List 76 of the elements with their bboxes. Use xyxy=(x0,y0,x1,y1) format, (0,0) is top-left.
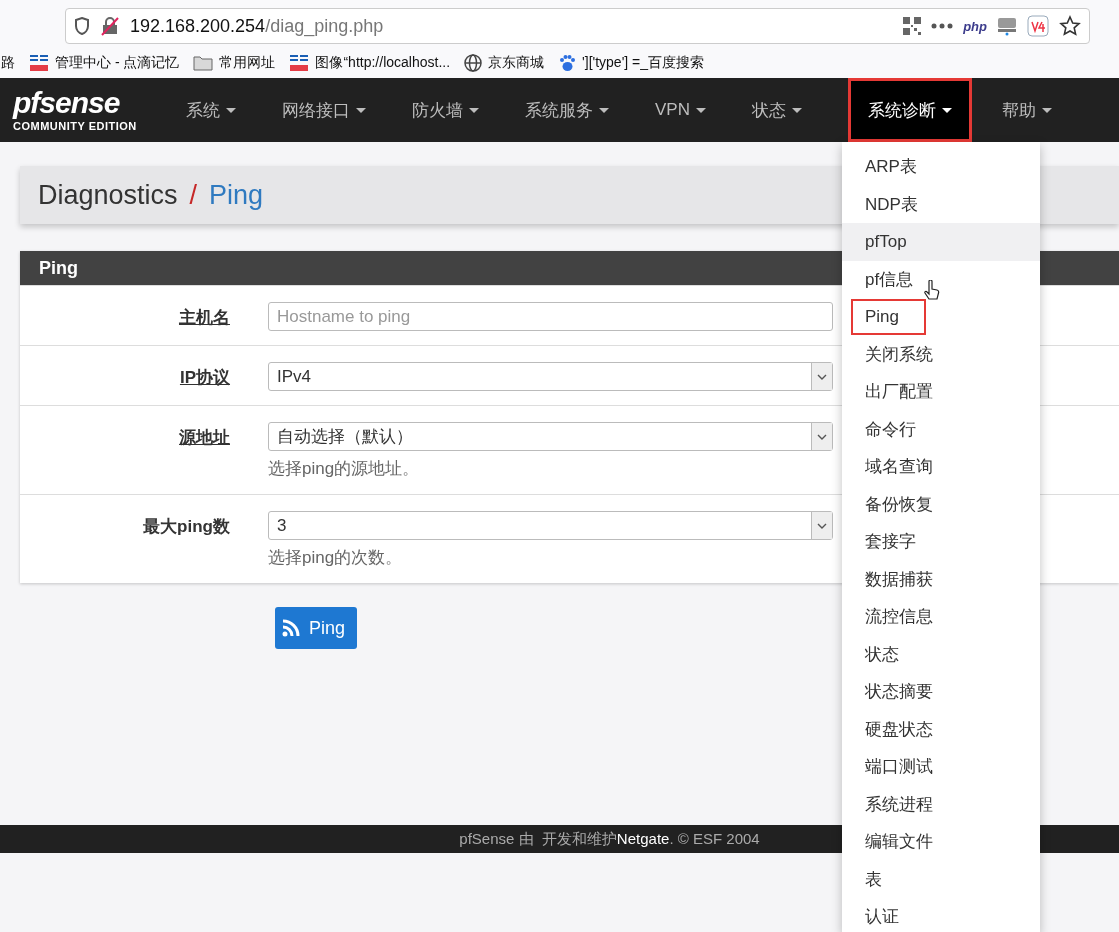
select-field[interactable]: IPv4 xyxy=(268,362,833,391)
paw-icon xyxy=(558,54,577,72)
menu-item[interactable]: 硬盘状态 xyxy=(853,711,958,747)
hand-cursor-icon xyxy=(924,280,940,302)
caret-icon xyxy=(599,107,609,113)
bookmark-link[interactable]: 管理中心 - 点滴记忆 xyxy=(55,54,180,72)
menu-item[interactable]: 编辑文件 xyxy=(853,824,958,860)
url-path: /diag_ping.php xyxy=(265,15,384,37)
cms-logo-icon xyxy=(289,54,310,72)
cms-logo-icon xyxy=(29,54,49,72)
field-label: 最大ping数 xyxy=(142,516,230,538)
insecure-lock-icon[interactable] xyxy=(100,16,120,36)
caret-icon xyxy=(941,107,952,113)
caret-icon xyxy=(791,107,802,113)
hostname-field[interactable]: Hostname to ping xyxy=(268,302,833,331)
caret-icon xyxy=(226,107,236,113)
footer-text: pfSense 由 开发和维护Netgate. © ESF 2004 xyxy=(459,829,760,849)
ping-button[interactable]: Ping xyxy=(275,607,358,649)
breadcrumb-link[interactable]: Ping xyxy=(209,179,264,211)
menu-item[interactable]: 表 xyxy=(853,861,907,897)
breadcrumb-separator: / xyxy=(189,179,198,211)
menu-item[interactable]: 状态 xyxy=(853,636,924,672)
address-bar[interactable]: 192.168.200.254/diag_ping.php php xyxy=(65,8,1090,44)
breadcrumb-section: Diagnostics xyxy=(38,179,178,211)
v4-badge-icon[interactable] xyxy=(1027,15,1049,37)
nav-menu-item[interactable]: 帮助 xyxy=(985,78,1068,142)
nav-menu-item[interactable]: 系统 xyxy=(170,78,252,142)
bookmark-link[interactable]: 路 xyxy=(1,54,15,72)
php-extension-button[interactable]: php xyxy=(963,18,987,34)
field-label: 主机名 xyxy=(178,307,230,329)
more-icon[interactable] xyxy=(931,23,954,29)
shield-icon[interactable] xyxy=(74,17,90,35)
help-text: 选择ping的源地址。 xyxy=(268,458,421,480)
menu-item[interactable]: 关闭系统 xyxy=(853,336,958,372)
field-label: 源地址 xyxy=(178,427,230,449)
pfsense-logo[interactable]: pfsense COMMUNITY EDITION xyxy=(0,78,170,142)
nav-menu-item[interactable]: 网络接口 xyxy=(266,78,382,142)
star-icon[interactable] xyxy=(1059,15,1081,37)
menu-item[interactable]: 域名查询 xyxy=(853,449,958,485)
menu-item[interactable]: 端口测试 xyxy=(853,749,958,785)
caret-icon xyxy=(356,107,366,113)
nav-menu-item[interactable]: 系统诊断 xyxy=(847,78,972,142)
rss-icon xyxy=(281,618,301,638)
url-host: 192.168.200.254 xyxy=(130,15,266,36)
menu-item[interactable]: 系统进程 xyxy=(853,786,958,822)
menu-item[interactable]: Ping xyxy=(853,300,925,333)
menu-item[interactable]: 备份恢复 xyxy=(853,486,958,522)
nav-menu-item[interactable]: 系统服务 xyxy=(509,78,625,142)
menu-item[interactable]: 出厂配置 xyxy=(853,374,958,410)
menu-item[interactable]: 数据捕获 xyxy=(853,561,958,597)
caret-icon xyxy=(469,107,479,113)
folder-icon xyxy=(193,55,214,71)
bookmark-link[interactable]: ']['type'] =_百度搜索 xyxy=(582,54,705,72)
menu-item[interactable]: 套接字 xyxy=(853,524,941,560)
globe-icon xyxy=(464,54,483,72)
menu-item[interactable]: ARP表 xyxy=(853,149,942,185)
nav-menu-item[interactable]: 状态 xyxy=(735,78,818,142)
menu-item[interactable]: 命令行 xyxy=(853,411,941,447)
select-field[interactable]: 3 xyxy=(268,511,833,540)
bookmark-link[interactable]: 京东商城 xyxy=(488,54,545,72)
nav-menu-item[interactable]: VPN xyxy=(639,78,722,142)
caret-icon xyxy=(695,107,706,113)
menu-item[interactable]: 状态摘要 xyxy=(853,674,958,710)
select-field[interactable]: 自动选择（默认） xyxy=(268,422,833,451)
help-text: 选择ping的次数。 xyxy=(268,547,404,569)
field-label: IP协议 xyxy=(178,367,230,389)
footer-link[interactable]: Netgate xyxy=(616,829,670,847)
caret-icon xyxy=(1041,107,1052,113)
bookmark-link[interactable]: 图像“http://localhost... xyxy=(315,54,451,72)
nav-menu-item[interactable]: 防火墙 xyxy=(396,78,495,142)
server-icon[interactable] xyxy=(997,16,1017,36)
bookmark-link[interactable]: 常用网址 xyxy=(219,54,276,72)
menu-item[interactable]: NDP表 xyxy=(853,186,943,222)
qr-code-icon[interactable] xyxy=(903,17,922,35)
menu-item[interactable]: 流控信息 xyxy=(853,599,958,635)
menu-item[interactable]: 认证 xyxy=(853,899,924,932)
